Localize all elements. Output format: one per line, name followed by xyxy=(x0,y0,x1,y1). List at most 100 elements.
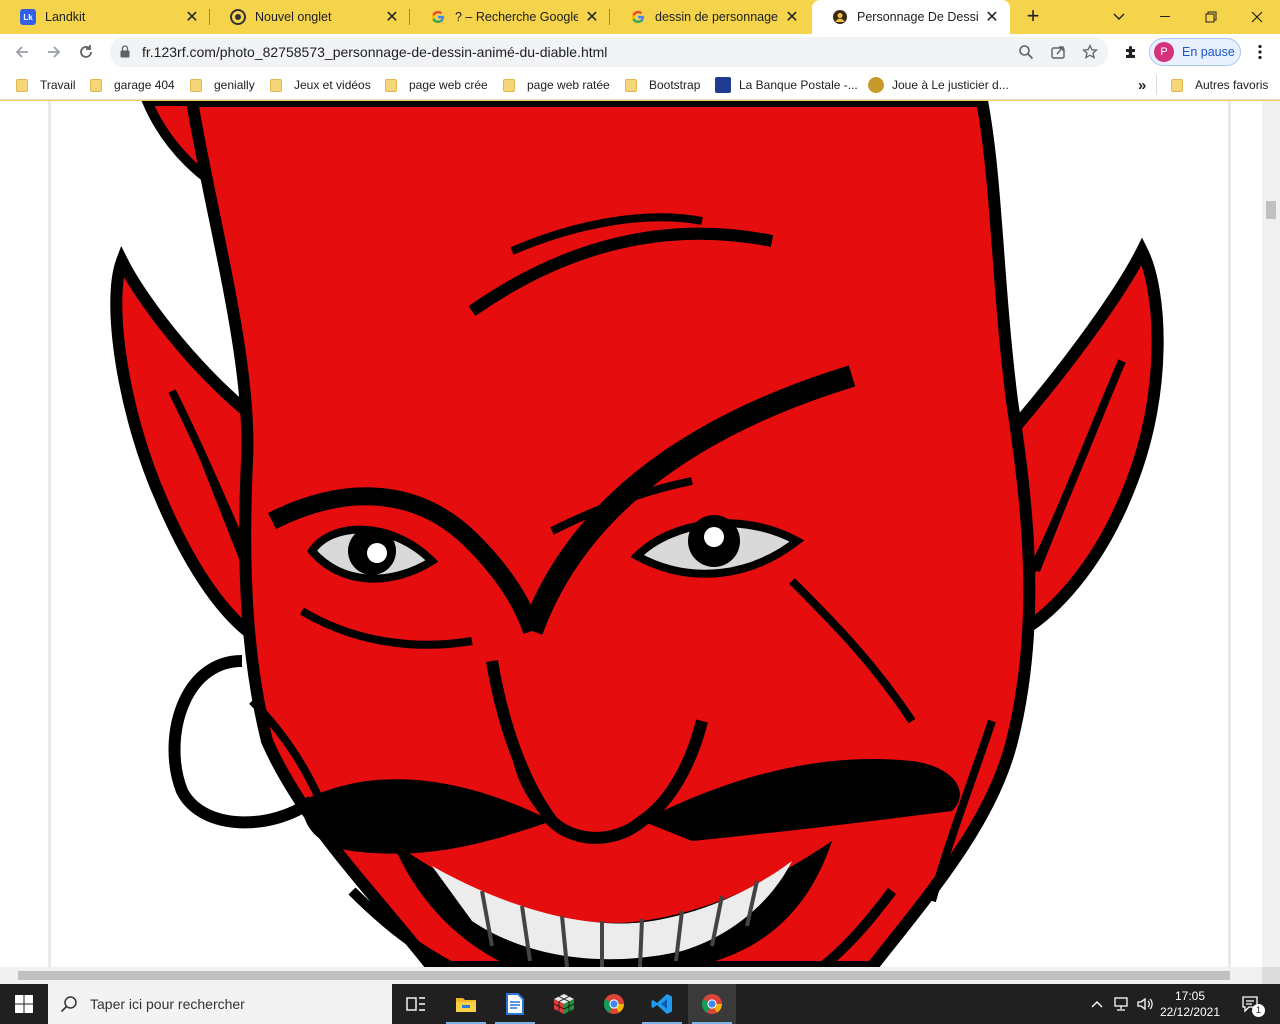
123rf-icon xyxy=(832,9,848,25)
bookmark-label: Travail xyxy=(40,78,76,92)
close-icon[interactable]: ✕ xyxy=(984,9,1000,26)
chrome-icon[interactable] xyxy=(688,984,736,1024)
bookmark-jeux-videos[interactable]: Jeux et vidéos xyxy=(270,76,371,94)
landkit-icon: Lk xyxy=(20,9,36,25)
tab-new-tab[interactable]: Nouvel onglet ✕ xyxy=(210,0,410,34)
image-frame-right xyxy=(1228,101,1231,967)
reload-button[interactable] xyxy=(72,38,100,66)
taskbar-search-box[interactable]: Taper ici pour rechercher xyxy=(48,984,392,1024)
minimize-button[interactable] xyxy=(1142,0,1188,34)
bookmark-label: Bootstrap xyxy=(649,78,701,92)
avatar: P xyxy=(1154,42,1174,62)
banque-postale-icon xyxy=(715,77,731,93)
windows-taskbar: Taper ici pour rechercher 17:05 22/12/20… xyxy=(0,984,1280,1024)
tab-landkit[interactable]: Lk Landkit ✕ xyxy=(0,0,210,34)
bookmark-genially[interactable]: genially xyxy=(190,76,255,94)
bookmark-label: Autres favoris xyxy=(1195,78,1269,92)
close-icon[interactable]: ✕ xyxy=(384,9,400,26)
folder-icon xyxy=(190,78,202,92)
notepad-icon[interactable] xyxy=(491,984,539,1024)
folder-icon xyxy=(625,78,637,92)
clock-time: 17:05 xyxy=(1174,989,1206,1003)
vertical-scroll-thumb[interactable] xyxy=(1266,201,1276,219)
bookmark-travail[interactable]: Travail xyxy=(16,76,76,94)
profile-status: En pause xyxy=(1182,45,1235,59)
restore-button[interactable] xyxy=(1188,0,1234,34)
extensions-icon[interactable] xyxy=(1117,38,1145,66)
tab-google-devil[interactable]: dessin de personnage diable ✕ xyxy=(610,0,810,34)
horizontal-scroll-thumb[interactable] xyxy=(18,971,1230,980)
chrome-icon xyxy=(230,9,246,25)
bookmarks-divider xyxy=(1156,75,1157,95)
folder-icon xyxy=(503,78,515,92)
bookmark-page-web-cree[interactable]: page web crée xyxy=(385,76,488,94)
close-icon[interactable]: ✕ xyxy=(584,9,600,26)
profile-button[interactable]: P En pause xyxy=(1149,38,1241,66)
image-frame-left xyxy=(48,101,51,967)
task-view-icon[interactable] xyxy=(392,984,440,1024)
clock-date: 22/12/2021 xyxy=(1159,1005,1221,1019)
tab-google-search[interactable]: ? – Recherche Google ✕ xyxy=(410,0,610,34)
bookmark-bootstrap[interactable]: Bootstrap xyxy=(625,76,700,94)
zoom-icon[interactable] xyxy=(1016,42,1036,62)
folder-icon xyxy=(16,78,28,92)
close-icon[interactable]: ✕ xyxy=(784,9,800,26)
bookmark-banque-postale[interactable]: La Banque Postale -... xyxy=(715,76,858,94)
bookmark-label: Joue à Le justicier d... xyxy=(892,78,1009,92)
folder-icon xyxy=(90,78,102,92)
page-content xyxy=(0,101,1262,967)
tab-title: Landkit xyxy=(45,10,86,24)
new-tab-button[interactable]: + xyxy=(1021,5,1045,29)
browser-toolbar: fr.123rf.com/photo_82758573_personnage-d… xyxy=(0,34,1280,70)
devil-cartoon-image[interactable] xyxy=(52,101,1228,967)
folder-icon xyxy=(385,78,397,92)
bookmarks-bar: Travail garage 404 genially Jeux et vidé… xyxy=(0,70,1280,100)
taskbar-clock[interactable]: 17:05 22/12/2021 xyxy=(1158,988,1222,1020)
bookmark-joue-justicier[interactable]: Joue à Le justicier d... xyxy=(868,76,1009,94)
notification-count-badge: 1 xyxy=(1252,1004,1265,1017)
windows-start-button[interactable] xyxy=(0,984,48,1024)
bookmark-autres-favoris[interactable]: Autres favoris xyxy=(1171,76,1268,94)
menu-kebab-icon[interactable] xyxy=(1246,38,1274,66)
tab-title: Personnage De Dessin Animé xyxy=(857,10,978,24)
vscode-icon[interactable] xyxy=(638,984,686,1024)
vertical-scrollbar[interactable] xyxy=(1262,101,1280,967)
bookmark-garage-404[interactable]: garage 404 xyxy=(90,76,175,94)
bookmarks-overflow-chevron[interactable]: » xyxy=(1138,76,1146,94)
bookmark-star-icon[interactable] xyxy=(1080,42,1100,62)
tab-title: dessin de personnage diable xyxy=(655,10,778,24)
bookmark-label: La Banque Postale -... xyxy=(739,78,858,92)
bookmark-label: genially xyxy=(214,78,255,92)
notification-center-button[interactable]: 1 xyxy=(1236,984,1265,1024)
bookmark-label: garage 404 xyxy=(114,78,175,92)
bookmark-page-web-ratee[interactable]: page web ratée xyxy=(503,76,610,94)
forward-button[interactable] xyxy=(40,38,68,66)
search-icon xyxy=(60,996,77,1013)
rubik-cube-icon[interactable] xyxy=(540,984,588,1024)
game-icon xyxy=(868,77,884,93)
search-placeholder: Taper ici pour rechercher xyxy=(90,996,245,1012)
tab-123rf[interactable]: Personnage De Dessin Animé ✕ xyxy=(812,0,1010,34)
tab-search-chevron-icon[interactable] xyxy=(1096,0,1142,34)
share-icon[interactable] xyxy=(1048,42,1068,62)
bookmark-label: Jeux et vidéos xyxy=(294,78,371,92)
file-explorer-icon[interactable] xyxy=(442,984,490,1024)
folder-icon xyxy=(270,78,282,92)
network-icon[interactable] xyxy=(1110,984,1132,1024)
bookmark-label: page web ratée xyxy=(527,78,610,92)
volume-icon[interactable] xyxy=(1134,984,1156,1024)
close-window-button[interactable] xyxy=(1234,0,1280,34)
tray-chevron-up-icon[interactable] xyxy=(1088,984,1106,1024)
chrome-icon[interactable] xyxy=(590,984,638,1024)
close-icon[interactable]: ✕ xyxy=(184,9,200,26)
horizontal-scrollbar[interactable] xyxy=(0,967,1262,984)
windows-logo-icon xyxy=(15,995,33,1013)
back-button[interactable] xyxy=(8,38,36,66)
url-text[interactable]: fr.123rf.com/photo_82758573_personnage-d… xyxy=(142,44,607,60)
tab-title: ? – Recherche Google xyxy=(455,10,578,24)
google-icon xyxy=(430,9,446,25)
google-icon xyxy=(630,9,646,25)
address-bar[interactable]: fr.123rf.com/photo_82758573_personnage-d… xyxy=(110,37,1108,67)
tab-strip: Lk Landkit ✕ Nouvel onglet ✕ ? – Recherc… xyxy=(0,0,1280,34)
lock-icon[interactable] xyxy=(120,45,130,58)
